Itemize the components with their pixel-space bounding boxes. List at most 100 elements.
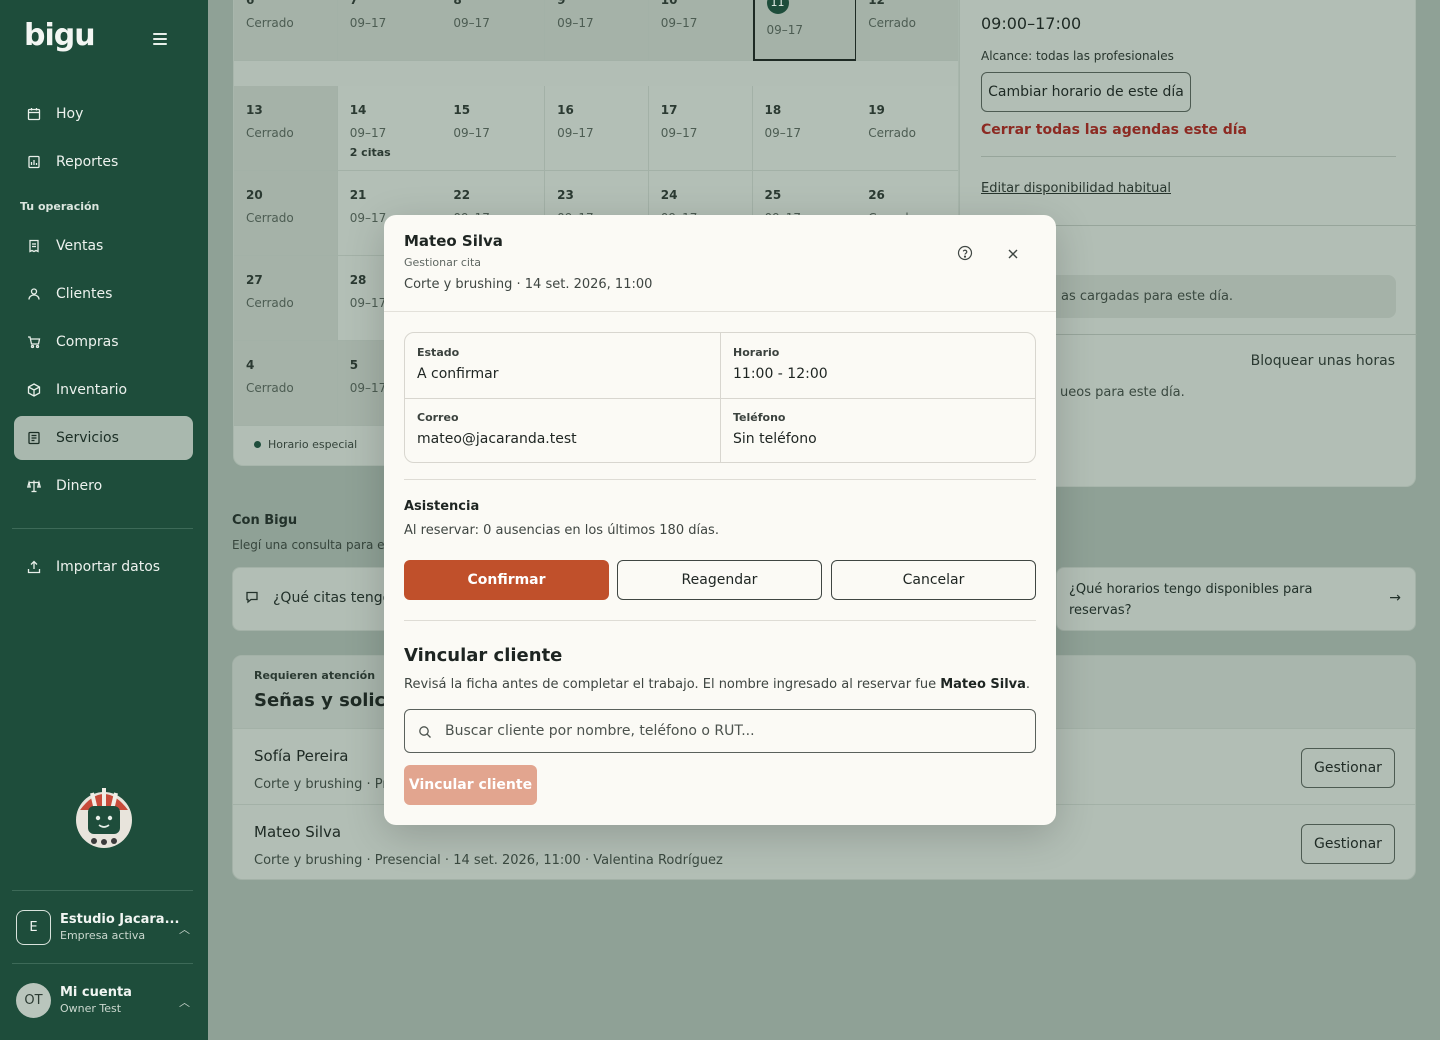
nav-item-hoy[interactable]: Hoy <box>14 92 193 136</box>
description-end: . <box>1025 677 1031 692</box>
day-hours: 09–17 <box>764 126 802 140</box>
calendar-day-cell[interactable]: 6 Cerrado <box>234 0 338 61</box>
close-all-agendas-link[interactable]: Cerrar todas las agendas este día <box>981 122 1247 138</box>
nav-label: Dinero <box>56 478 103 494</box>
attendance-title: Asistencia <box>404 499 480 514</box>
day-hours: Cerrado <box>868 16 916 30</box>
day-hours: 09–17 <box>453 16 490 30</box>
account-menu[interactable]: OT Mi cuenta Owner Test ︿ <box>16 980 196 1020</box>
field-label: Correo <box>417 411 459 424</box>
link-client-button[interactable]: Vincular cliente <box>404 765 537 805</box>
change-day-hours-button[interactable]: Cambiar horario de este día <box>981 72 1191 112</box>
nav-label: Clientes <box>56 286 113 302</box>
calendar-day-cell[interactable]: 4 Cerrado <box>234 341 338 426</box>
day-scope: Alcance: todas las profesionales <box>981 49 1174 63</box>
calendar-day-cell[interactable]: 8 09–17 <box>441 0 546 61</box>
booking-meta: Corte y brushing · Pr <box>254 777 388 792</box>
telefono-field: Teléfono Sin teléfono <box>721 398 1035 462</box>
calendar-day-cell[interactable]: 9 09–17 <box>545 0 650 61</box>
day-hours: 09–17 <box>766 23 804 37</box>
edit-availability-link[interactable]: Editar disponibilidad habitual <box>981 181 1171 196</box>
quick-query-citas[interactable]: ¿Qué citas tengo <box>232 567 402 631</box>
booking-meta: Corte y brushing · Presencial · 14 set. … <box>254 853 723 868</box>
divider <box>405 398 1035 399</box>
legend-dot-icon <box>254 441 261 448</box>
day-number: 7 <box>349 0 359 7</box>
receipt-icon <box>26 238 42 254</box>
calendar-day-cell[interactable]: 7 09–17 <box>337 0 442 61</box>
reschedule-button[interactable]: Reagendar <box>617 560 822 600</box>
calendar-day-cell[interactable]: 14 09–17 2 citas <box>337 86 442 171</box>
nav-item-inventario[interactable]: Inventario <box>14 368 193 412</box>
nav-item-importar[interactable]: Importar datos <box>14 545 193 589</box>
booked-name: Mateo Silva <box>940 677 1026 692</box>
nav-item-compras[interactable]: Compras <box>14 320 193 364</box>
nav-label: Hoy <box>56 106 84 122</box>
help-icon[interactable] <box>957 245 973 261</box>
menu-toggle-icon[interactable] <box>153 33 167 45</box>
calendar-day-cell[interactable]: 19 Cerrado <box>856 86 958 171</box>
client-search-input[interactable] <box>445 710 1025 752</box>
day-hours: Cerrado <box>246 211 294 225</box>
day-number: 19 <box>868 103 885 117</box>
quick-query-horarios[interactable]: ¿Qué horarios tengo disponibles para res… <box>1056 567 1416 631</box>
nav-item-servicios[interactable]: Servicios <box>14 416 193 460</box>
block-hours-link[interactable]: Bloquear unas horas <box>1251 353 1395 369</box>
dialog-subtitle: Gestionar cita <box>404 256 482 269</box>
nav-item-clientes[interactable]: Clientes <box>14 272 193 316</box>
nav-label: Inventario <box>56 382 128 398</box>
day-number: 20 <box>246 188 263 202</box>
account-role: Owner Test <box>60 1002 122 1015</box>
horario-field: Horario 11:00 - 12:00 <box>721 333 1035 398</box>
manage-button[interactable]: Gestionar <box>1301 824 1395 864</box>
calendar-day-cell[interactable]: 10 09–17 <box>648 0 753 61</box>
calendar-day-cell[interactable]: 15 09–17 <box>441 86 546 171</box>
divider <box>12 528 193 529</box>
cancel-appointment-button[interactable]: Cancelar <box>831 560 1036 600</box>
calendar-day-cell[interactable]: 20 Cerrado <box>234 171 338 256</box>
close-icon[interactable] <box>1006 246 1020 260</box>
company-badge: E <box>16 909 51 945</box>
calendar-legend: Horario especial <box>254 438 357 451</box>
account-info: Mi cuenta Owner Test <box>60 985 132 1015</box>
section-label: Tu operación <box>20 200 100 213</box>
day-hours: 09–17 <box>349 16 387 30</box>
day-hours: Cerrado <box>868 126 916 140</box>
calendar-day-cell[interactable]: 11 09–17 <box>752 0 857 61</box>
day-number: 14 <box>349 103 367 117</box>
link-client-title: Vincular cliente <box>404 645 563 666</box>
calendar-day-cell[interactable]: 12 Cerrado <box>856 0 958 61</box>
day-hours: 09–17 <box>660 16 698 30</box>
client-search-field[interactable] <box>404 709 1036 753</box>
field-value: 11:00 - 12:00 <box>733 366 828 382</box>
nav-item-dinero[interactable]: Dinero <box>14 464 193 508</box>
day-number: 10 <box>660 0 678 7</box>
company-switcher[interactable]: E Estudio Jacara... Empresa activa ︿ <box>16 907 196 947</box>
field-value: A confirmar <box>417 366 499 382</box>
report-icon <box>26 154 42 170</box>
field-value: Sin teléfono <box>733 431 817 447</box>
day-number: 9 <box>557 0 566 7</box>
day-number: 16 <box>557 103 574 117</box>
arrow-right-icon: → <box>1389 590 1401 606</box>
box-icon <box>26 382 42 398</box>
calendar-day-cell[interactable]: 16 09–17 <box>545 86 650 171</box>
manage-button[interactable]: Gestionar <box>1301 748 1395 788</box>
day-number: 21 <box>349 188 367 202</box>
confirm-button[interactable]: Confirmar <box>404 560 609 600</box>
calendar-icon <box>26 106 42 122</box>
calendar-day-cell[interactable]: 18 09–17 <box>752 86 857 171</box>
calendar-day-cell[interactable]: 27 Cerrado <box>234 256 338 341</box>
calendar-day-cell[interactable]: 13 Cerrado <box>234 86 338 171</box>
search-icon <box>418 724 432 738</box>
nav-item-reportes[interactable]: Reportes <box>14 140 193 184</box>
day-number: 6 <box>246 0 255 7</box>
day-number: 27 <box>246 273 263 287</box>
nav-item-ventas[interactable]: Ventas <box>14 224 193 268</box>
brand-logo[interactable]: bigu <box>24 18 96 53</box>
cart-icon <box>26 334 42 350</box>
field-label: Horario <box>733 346 780 359</box>
day-hours: 09–17 <box>453 126 490 140</box>
calendar-day-cell[interactable]: 17 09–17 <box>648 86 753 171</box>
con-bigu-title: Con Bigu <box>232 513 298 528</box>
